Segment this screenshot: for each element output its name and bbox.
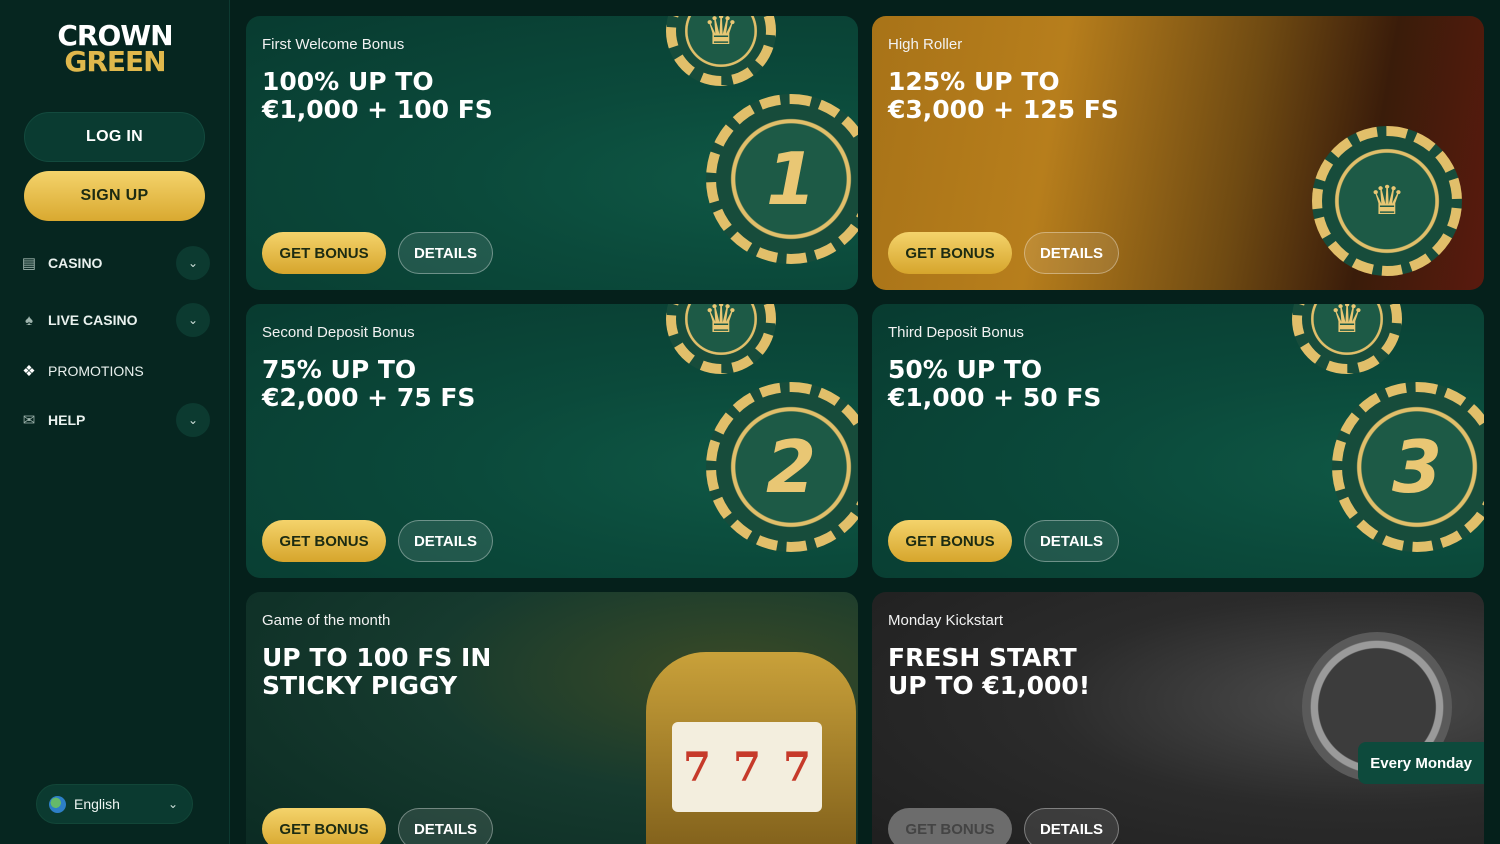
globe-icon: [49, 795, 66, 813]
details-button[interactable]: DETAILS: [1024, 520, 1119, 562]
promo-card-monday-kickstart[interactable]: Every Monday Monday Kickstart FRESH STAR…: [872, 592, 1484, 844]
promo-card-third-deposit[interactable]: 3 ♛ Third Deposit Bonus 50% UP TO €1,000…: [872, 304, 1484, 578]
get-bonus-button[interactable]: GET BONUS: [262, 808, 386, 844]
promo-headline: FRESH START UP TO €1,000!: [888, 643, 1091, 700]
language-selector[interactable]: English ⌄: [36, 784, 193, 824]
gift-icon: ❖: [22, 363, 36, 380]
chevron-down-icon[interactable]: ⌄: [176, 403, 210, 437]
promo-subtitle: High Roller: [888, 36, 963, 53]
chevron-down-icon[interactable]: ⌄: [176, 303, 210, 337]
sidebar-item-label: HELP: [48, 412, 86, 428]
get-bonus-button[interactable]: GET BONUS: [888, 232, 1012, 274]
promo-subtitle: Game of the month: [262, 612, 391, 629]
casino-icon: ▤: [21, 255, 37, 272]
logo-line-2: GREEN: [64, 45, 166, 78]
every-monday-badge: Every Monday: [1358, 742, 1484, 784]
chip-number: 3: [1391, 425, 1443, 509]
promo-headline: 75% UP TO €2,000 + 75 FS: [262, 355, 476, 412]
promo-card-second-deposit[interactable]: 2 ♛ Second Deposit Bonus 75% UP TO €2,00…: [246, 304, 858, 578]
sidebar-item-promotions[interactable]: ❖ PROMOTIONS: [20, 354, 210, 388]
slot-reels: 7 7 7: [672, 722, 822, 812]
chevron-down-icon: ⌄: [167, 797, 178, 811]
crown-chip-image: ♛: [1292, 304, 1402, 374]
sidebar-item-label: PROMOTIONS: [48, 363, 144, 379]
signup-button[interactable]: SIGN UP: [24, 171, 205, 221]
promo-subtitle: Second Deposit Bonus: [262, 324, 415, 341]
poker-chip-image: 2: [706, 382, 858, 552]
poker-chip-image: 1: [706, 94, 858, 264]
seven-icon: 7: [783, 743, 811, 791]
promo-subtitle: Monday Kickstart: [888, 612, 1004, 629]
promo-headline: UP TO 100 FS IN STICKY PIGGY: [262, 643, 492, 700]
promo-card-first-welcome[interactable]: 1 ♛ First Welcome Bonus 100% UP TO €1,00…: [246, 16, 858, 290]
get-bonus-button[interactable]: GET BONUS: [262, 520, 386, 562]
sidebar-item-live-casino[interactable]: ♠ LIVE CASINO ⌄: [20, 303, 210, 337]
sidebar-item-label: LIVE CASINO: [48, 312, 138, 328]
details-button[interactable]: DETAILS: [1024, 232, 1119, 274]
sidebar-item-help[interactable]: ✉ HELP ⌄: [20, 403, 210, 437]
mail-icon: ✉: [22, 412, 36, 429]
chevron-down-icon[interactable]: ⌄: [176, 246, 210, 280]
login-button[interactable]: LOG IN: [24, 112, 205, 162]
promo-headline: 100% UP TO €1,000 + 100 FS: [262, 67, 493, 124]
details-button[interactable]: DETAILS: [398, 232, 493, 274]
seven-icon: 7: [683, 743, 711, 791]
promo-subtitle: Third Deposit Bonus: [888, 324, 1024, 341]
slot-machine-image: 7 7 7: [646, 652, 856, 844]
chip-number: 1: [765, 137, 817, 221]
crown-chip-image: ♛: [666, 16, 776, 86]
language-label: English: [74, 796, 120, 812]
crown-icon: ♛: [1369, 179, 1405, 223]
promo-headline: 125% UP TO €3,000 + 125 FS: [888, 67, 1119, 124]
crown-icon: ♛: [703, 16, 739, 53]
crown-chip-image: ♛: [666, 304, 776, 374]
promo-subtitle: First Welcome Bonus: [262, 36, 405, 53]
promo-card-game-of-month[interactable]: 7 7 7 Game of the month UP TO 100 FS IN …: [246, 592, 858, 844]
promo-headline: 50% UP TO €1,000 + 50 FS: [888, 355, 1102, 412]
crown-icon: ♛: [1329, 304, 1365, 341]
get-bonus-button[interactable]: GET BONUS: [888, 520, 1012, 562]
get-bonus-button[interactable]: GET BONUS: [262, 232, 386, 274]
get-bonus-button[interactable]: GET BONUS: [888, 808, 1012, 844]
sidebar: CROWN GREEN LOG IN SIGN UP ▤ CASINO ⌄ ♠ …: [0, 0, 230, 844]
details-button[interactable]: DETAILS: [1024, 808, 1119, 844]
crown-chip-image: ♛: [1312, 126, 1462, 276]
details-button[interactable]: DETAILS: [398, 520, 493, 562]
sidebar-item-label: CASINO: [48, 255, 103, 271]
crown-icon: ♛: [703, 304, 739, 341]
chip-number: 2: [765, 425, 817, 509]
crowngreen-logo[interactable]: CROWN GREEN: [50, 22, 180, 82]
details-button[interactable]: DETAILS: [398, 808, 493, 844]
seven-icon: 7: [733, 743, 761, 791]
poker-chip-image: 3: [1332, 382, 1484, 552]
spade-icon: ♠: [25, 311, 33, 329]
promo-card-high-roller[interactable]: ♛ High Roller 125% UP TO €3,000 + 125 FS…: [872, 16, 1484, 290]
sidebar-item-casino[interactable]: ▤ CASINO ⌄: [20, 246, 210, 280]
